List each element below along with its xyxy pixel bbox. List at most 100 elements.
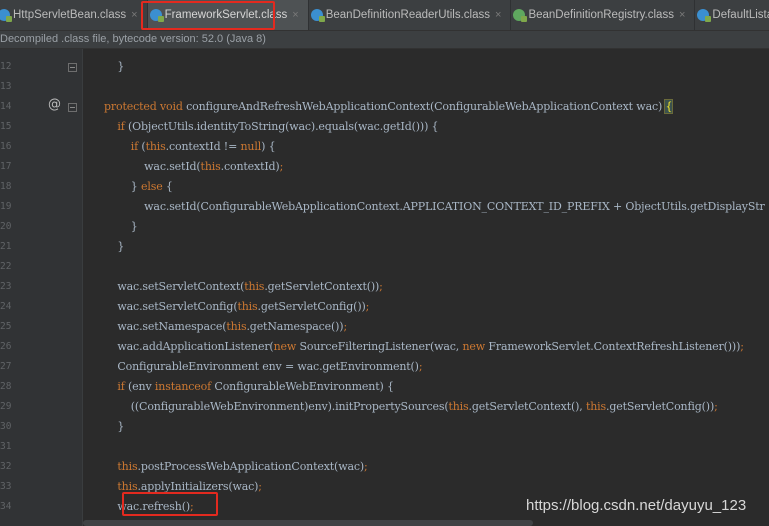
code-text: ) {	[261, 140, 276, 153]
code-line[interactable]: }	[104, 417, 124, 437]
editor-tab-bar: HttpServletBean.class × FrameworkServlet.c…	[0, 0, 769, 31]
line-number: 23	[0, 281, 12, 292]
line-number: 30	[0, 421, 12, 432]
code-text: .getServletConfig())	[606, 400, 715, 413]
code-keyword: new	[273, 340, 297, 353]
line-number: 12	[0, 61, 12, 72]
tab-label: DefaultListableBea	[712, 9, 769, 21]
code-keyword: ;	[714, 400, 718, 413]
code-text: .contextId !=	[165, 140, 241, 153]
code-line[interactable]: if (ObjectUtils.identityToString(wac).eq…	[104, 117, 438, 137]
code-line[interactable]: }	[104, 217, 138, 237]
code-keyword: this	[226, 320, 247, 333]
code-text: }	[104, 420, 125, 433]
code-line[interactable]: wac.setId(this.contextId);	[104, 157, 283, 177]
tab-label: HttpServletBean.class	[13, 9, 127, 21]
code-keyword: null	[240, 140, 262, 153]
line-number-gutter: 12 13 14 15 16 17 18 19 20 21 22 23 24 25 26 27 28 29 30 31…	[0, 49, 82, 526]
decompiled-info-bar: Decompiled .class file, bytecode version…	[0, 31, 769, 49]
tab-defaultlistablebea[interactable]: DefaultListableBea	[695, 0, 769, 30]
code-line[interactable]: wac.setServletConfig(this.getServletConf…	[104, 297, 369, 317]
code-line[interactable]: if (env instanceof ConfigurableWebEnviro…	[104, 377, 394, 397]
class-file-icon	[0, 9, 12, 22]
horizontal-scrollbar[interactable]	[83, 520, 533, 526]
code-keyword: ;	[740, 340, 744, 353]
code-text: (	[138, 140, 146, 153]
close-tab-icon[interactable]: ×	[131, 9, 137, 21]
code-text: ConfigurableWebEnvironment) {	[211, 380, 394, 393]
code-keyword: this	[244, 280, 265, 293]
code-text: wac.setId(ConfigurableWebApplicationCont…	[104, 200, 765, 213]
code-text: wac.setServletConfig(	[104, 300, 238, 313]
line-number: 22	[0, 261, 12, 272]
code-keyword: ;	[364, 460, 368, 473]
code-keyword: if	[117, 120, 125, 133]
code-line[interactable]: wac.addApplicationListener(new SourceFil…	[104, 337, 744, 357]
line-number: 20	[0, 221, 12, 232]
code-line[interactable]: if (this.contextId != null) {	[104, 137, 276, 157]
code-text: .getServletConfig())	[257, 300, 366, 313]
code-text: }	[104, 220, 138, 233]
code-line[interactable]: ((ConfigurableWebEnvironment)env).initPr…	[104, 397, 718, 417]
tab-beandefinitionreaderutils[interactable]: BeanDefinitionReaderUtils.class ×	[309, 0, 512, 30]
code-text: .postProcessWebApplicationContext(wac)	[137, 460, 365, 473]
line-number: 24	[0, 301, 12, 312]
code-text: .getServletContext(),	[468, 400, 586, 413]
code-text: SourceFilteringListener(wac,	[296, 340, 463, 353]
close-tab-icon[interactable]: ×	[495, 9, 501, 21]
code-keyword: ;	[258, 480, 262, 493]
code-line[interactable]: protected void configureAndRefreshWebApp…	[104, 97, 674, 117]
code-keyword: if	[130, 140, 139, 153]
tab-label: BeanDefinitionReaderUtils.class	[325, 9, 490, 21]
code-line[interactable]: } else {	[104, 177, 173, 197]
tab-label: BeanDefinitionRegistry.class	[528, 9, 674, 21]
code-keyword: this	[237, 300, 258, 313]
code-text: configureAndRefreshWebApplicationContext…	[186, 100, 666, 113]
highlight-box-tab	[141, 1, 275, 30]
line-number: 27	[0, 361, 12, 372]
code-text: (env	[124, 380, 155, 393]
code-keyword: new	[462, 340, 486, 353]
code-text: }	[104, 240, 125, 253]
code-line[interactable]: wac.setId(ConfigurableWebApplicationCont…	[104, 197, 765, 217]
code-text: wac.setId(	[104, 160, 201, 173]
line-number: 14	[0, 101, 12, 112]
code-line[interactable]: wac.setServletContext(this.getServletCon…	[104, 277, 383, 297]
close-tab-icon[interactable]: ×	[679, 9, 685, 21]
code-line[interactable]: ConfigurableEnvironment env = wac.getEnv…	[104, 357, 422, 377]
class-file-icon	[697, 9, 712, 22]
tab-beandefinitionregistry[interactable]: BeanDefinitionRegistry.class ×	[511, 0, 696, 30]
code-text: wac.setNamespace(	[104, 320, 227, 333]
code-line[interactable]: }	[104, 57, 124, 77]
line-number: 19	[0, 201, 12, 212]
code-keyword: ;	[379, 280, 383, 293]
code-keyword: ;	[365, 300, 370, 313]
code-text: }	[104, 60, 125, 73]
code-line[interactable]: this.postProcessWebApplicationContext(wa…	[104, 457, 368, 477]
code-keyword: ;	[279, 160, 284, 173]
close-tab-icon[interactable]: ×	[292, 9, 298, 21]
line-number: 25	[0, 321, 12, 332]
line-number: 31	[0, 441, 12, 452]
code-text: (ObjectUtils.identityToString(wac).equal…	[124, 120, 439, 133]
code-keyword: this	[200, 160, 221, 173]
fold-marker-icon[interactable]	[68, 103, 77, 112]
fold-marker-icon[interactable]	[68, 63, 77, 72]
line-number: 21	[0, 241, 12, 252]
code-text: {	[162, 180, 173, 193]
override-annotation-icon[interactable]: @	[48, 97, 61, 112]
code-line[interactable]: }	[104, 237, 124, 257]
line-number: 17	[0, 161, 12, 172]
line-number: 18	[0, 181, 12, 192]
code-line[interactable]: wac.setNamespace(this.getNamespace());	[104, 317, 347, 337]
code-keyword: instanceof	[154, 380, 212, 393]
code-keyword: ;	[418, 360, 423, 373]
gutter-separator	[82, 49, 83, 526]
matched-brace: {	[664, 99, 674, 114]
tab-httpservletbean[interactable]: HttpServletBean.class ×	[0, 0, 148, 30]
